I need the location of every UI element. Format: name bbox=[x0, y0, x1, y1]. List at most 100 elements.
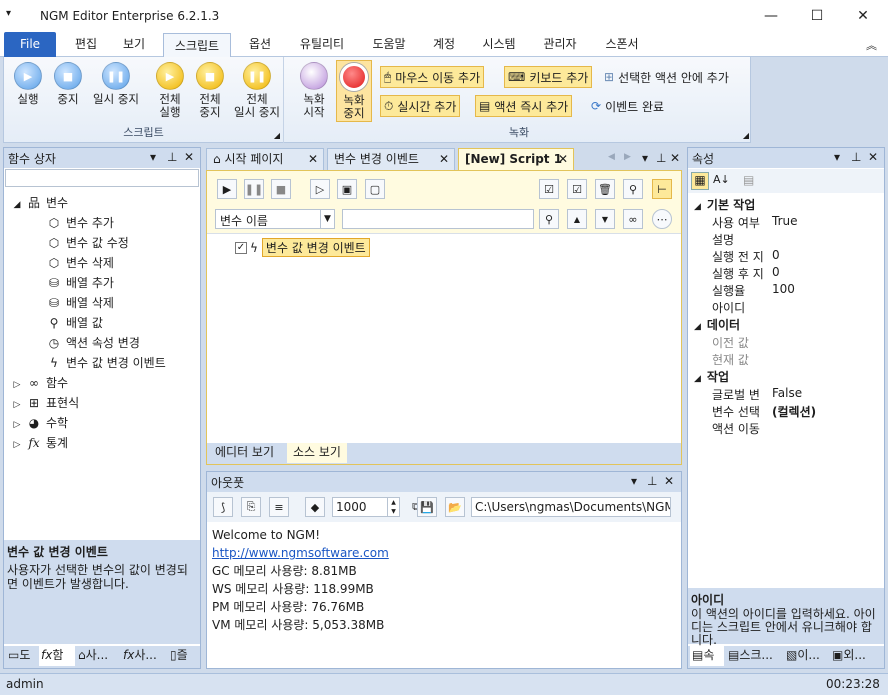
tree-item-add-array[interactable]: ⛁ 배열 추가 bbox=[46, 274, 114, 291]
tab-source-view[interactable]: 소스 보기 bbox=[287, 443, 347, 463]
tab-document[interactable]: ▭도 bbox=[6, 646, 38, 666]
log-path-field[interactable]: C:\Users\ngmas\Documents\NGM6\ bbox=[471, 497, 671, 517]
add-mouse-move-button[interactable]: 🖱 마우스 이동 추가 bbox=[380, 66, 485, 88]
next-button[interactable]: ▼ bbox=[595, 209, 615, 229]
menu-system[interactable]: 시스템 bbox=[474, 32, 524, 57]
step-button[interactable]: ▷ bbox=[310, 179, 330, 199]
menu-admin[interactable]: 관리자 bbox=[535, 32, 585, 57]
group-launcher-icon[interactable]: ◢ bbox=[743, 131, 749, 140]
check-all-button[interactable]: ☑ bbox=[539, 179, 559, 199]
stop-button[interactable]: ■ 중지 bbox=[48, 60, 88, 106]
tab-external[interactable]: ▣외... bbox=[830, 646, 882, 666]
record-stop-button[interactable]: 녹화 중지 bbox=[336, 60, 372, 122]
erase-button[interactable]: ◆ bbox=[305, 497, 325, 517]
categorized-icon[interactable]: ▦ bbox=[691, 172, 709, 190]
menu-help[interactable]: 도움말 bbox=[364, 32, 414, 57]
run-button[interactable]: ▶ 실행 bbox=[8, 60, 48, 106]
line-count-input[interactable]: 1000 ▲ ▼ bbox=[332, 497, 400, 517]
pin-icon[interactable]: ⊥ bbox=[851, 150, 861, 164]
tree-item-variable-change-event[interactable]: ϟ 변수 값 변경 이벤트 bbox=[46, 354, 166, 371]
property-pages-icon[interactable]: ▤ bbox=[743, 173, 754, 187]
menu-options[interactable]: 옵션 bbox=[240, 32, 280, 57]
sort-alpha-icon[interactable]: A↓ bbox=[713, 173, 730, 186]
pause-all-button[interactable]: ❚❚ 전체 일시 중지 bbox=[230, 60, 284, 119]
tree-node-variable[interactable]: ◢ 品 변수 bbox=[12, 194, 69, 211]
menu-utility[interactable]: 유틸리티 bbox=[290, 32, 354, 57]
close-icon[interactable]: ✕ bbox=[308, 149, 318, 170]
variable-select-value[interactable]: (컬렉션) bbox=[772, 403, 816, 420]
run-selected-button[interactable]: ▣ bbox=[337, 179, 357, 199]
loop-button[interactable]: ∞ bbox=[623, 209, 643, 229]
tree-node-function[interactable]: ▷ ∞ 함수 bbox=[12, 374, 69, 391]
add-realtime-button[interactable]: ⏱ 실시간 추가 bbox=[380, 95, 461, 117]
tree-item-array-value[interactable]: ⚲ 배열 값 bbox=[46, 314, 103, 331]
stop-button[interactable]: ■ bbox=[271, 179, 291, 199]
global-value[interactable]: False bbox=[772, 386, 802, 400]
tree-item-delete-variable[interactable]: ⬡ 변수 삭제 bbox=[46, 254, 114, 271]
tab-favorites[interactable]: ▯즐 bbox=[168, 646, 200, 666]
dropdown-icon[interactable]: ▾ bbox=[642, 151, 648, 165]
delete-button[interactable]: 🗑 bbox=[595, 179, 615, 199]
pin-icon[interactable]: ⊥ bbox=[656, 151, 666, 165]
run-from-button[interactable]: ▢ bbox=[365, 179, 385, 199]
close-icon[interactable]: ✕ bbox=[558, 149, 568, 170]
tab-user[interactable]: ⌂사... bbox=[76, 646, 120, 666]
tab-variable-change[interactable]: 변수 변경 이벤트 ✕ bbox=[327, 148, 455, 170]
add-in-selected-button[interactable]: ⊞ 선택한 액션 안에 추가 bbox=[601, 66, 732, 88]
menu-sponsor[interactable]: 스폰서 bbox=[597, 32, 647, 57]
tree-node-expression[interactable]: ▷ ⊞ 표현식 bbox=[12, 394, 80, 411]
script-item[interactable]: ✓ ϟ 변수 값 변경 이벤트 bbox=[235, 238, 370, 257]
group-launcher-icon[interactable]: ◢ bbox=[274, 131, 280, 140]
quick-access-icon[interactable]: ▾ bbox=[6, 8, 11, 19]
tab-properties[interactable]: ▤속 bbox=[690, 646, 724, 666]
filter-select[interactable]: 변수 이름 ▼ bbox=[215, 209, 335, 229]
pause-button[interactable]: ❚❚ 일시 중지 bbox=[88, 60, 144, 106]
close-icon[interactable]: ✕ bbox=[670, 151, 680, 165]
tab-image[interactable]: ▧이... bbox=[784, 646, 828, 666]
post-delay-value[interactable]: 0 bbox=[772, 265, 780, 279]
menu-view[interactable]: 보기 bbox=[114, 32, 154, 57]
run-button[interactable]: ▶ bbox=[217, 179, 237, 199]
event-done-button[interactable]: ⟳ 이벤트 완료 bbox=[588, 95, 667, 117]
clear-output-button[interactable]: ⟆ bbox=[213, 497, 233, 517]
dropdown-icon[interactable]: ▾ bbox=[631, 474, 637, 488]
close-icon[interactable]: ✕ bbox=[184, 150, 194, 164]
tab-function[interactable]: fx함 bbox=[39, 646, 75, 666]
tab-user-fx[interactable]: fx사... bbox=[121, 646, 167, 666]
record-start-button[interactable]: 녹화 시작 bbox=[298, 60, 330, 119]
search-button[interactable]: ⚲ bbox=[539, 209, 559, 229]
collapse-ribbon-icon[interactable]: ︽ bbox=[866, 37, 877, 53]
enabled-value[interactable]: True bbox=[772, 214, 798, 228]
scroll-left-icon[interactable]: ◀ bbox=[608, 152, 615, 162]
menu-account[interactable]: 계정 bbox=[425, 32, 463, 57]
tree-node-math[interactable]: ▷ ◕ 수학 bbox=[12, 414, 69, 431]
tab-start-page[interactable]: ⌂ 시작 페이지 ✕ bbox=[206, 148, 324, 170]
tab-new-script[interactable]: [New] Script 1 ✕ bbox=[458, 148, 574, 170]
pre-delay-value[interactable]: 0 bbox=[772, 248, 780, 262]
tree-item-change-action-prop[interactable]: ◷ 액션 속성 변경 bbox=[46, 334, 140, 351]
run-all-button[interactable]: ▶ 전체 실행 bbox=[150, 60, 190, 119]
settings-button[interactable]: ⎘ bbox=[241, 497, 261, 517]
close-icon[interactable]: ✕ bbox=[664, 474, 674, 488]
pin-icon[interactable]: ⊥ bbox=[167, 150, 177, 164]
menu-edit[interactable]: 편집 bbox=[66, 32, 106, 57]
run-rate-value[interactable]: 100 bbox=[772, 282, 795, 296]
function-search-input[interactable] bbox=[5, 169, 199, 187]
add-keyboard-button[interactable]: ⌨ 키보드 추가 bbox=[504, 66, 593, 88]
tree-item-delete-array[interactable]: ⛁ 배열 삭제 bbox=[46, 294, 114, 311]
dropdown-icon[interactable]: ▾ bbox=[150, 150, 156, 164]
minimize-button[interactable]: — bbox=[748, 0, 794, 32]
tree-item-edit-variable[interactable]: ⬡ 변수 값 수정 bbox=[46, 234, 129, 251]
wrap-button[interactable]: ≡ bbox=[269, 497, 289, 517]
tree-view-button[interactable]: ⊢ bbox=[652, 179, 672, 199]
scroll-right-icon[interactable]: ▶ bbox=[624, 152, 631, 162]
checkbox-checked-icon[interactable]: ✓ bbox=[235, 241, 247, 254]
category-task[interactable]: ◢ 작업 bbox=[694, 368, 729, 385]
add-immediate-button[interactable]: ▤ 액션 즉시 추가 bbox=[475, 95, 573, 117]
tab-editor-view[interactable]: 에디터 보기 bbox=[209, 443, 281, 463]
find-button[interactable]: ⚲ bbox=[623, 179, 643, 199]
category-data[interactable]: ◢ 데이터 bbox=[694, 316, 740, 333]
pause-button[interactable]: ❚❚ bbox=[244, 179, 264, 199]
check-button[interactable]: ☑ bbox=[567, 179, 587, 199]
website-link[interactable]: http://www.ngmsoftware.com bbox=[212, 544, 389, 562]
